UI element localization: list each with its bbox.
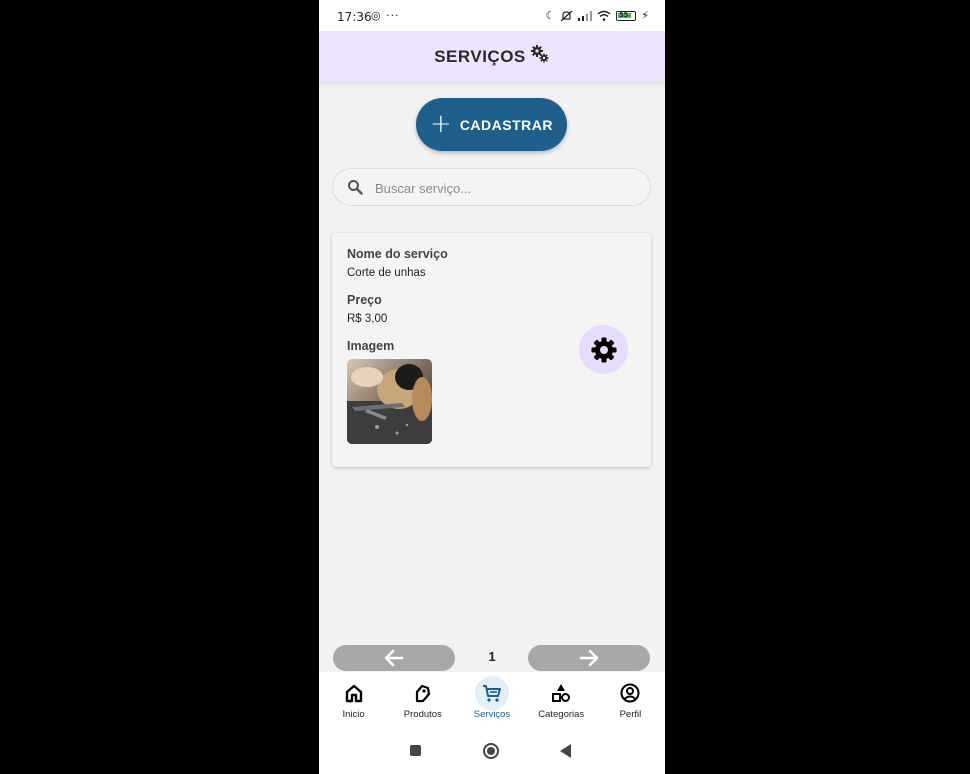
previous-page-button[interactable] [333,645,455,671]
nav-label: Perfil [619,709,642,720]
android-system-navigation [319,726,665,774]
nav-item-inicio[interactable]: Inicio [319,672,388,726]
nav-item-produtos[interactable]: Produtos [388,672,457,726]
search-box[interactable] [332,168,651,206]
charging-icon: ⚡ [641,9,649,22]
user-circle-icon [620,683,640,703]
app-header: SERVIÇOS [319,31,665,82]
shapes-icon [552,684,571,702]
status-bar: 17:36 ◎ ··· ☾ 55 ⚡ [319,0,665,31]
signal-icon [578,10,593,21]
nav-item-perfil[interactable]: Perfil [596,672,665,726]
service-card: Nome do serviço Corte de unhas Preço R$ … [332,233,651,467]
nav-label: Produtos [403,709,442,720]
tag-icon [415,684,430,703]
cart-icon [483,685,501,702]
whatsapp-icon: ◎ [371,9,382,22]
nav-item-servicos[interactable]: Serviços [457,672,526,726]
status-right-icons: ☾ 55 ⚡ [545,9,649,22]
more-icon: ··· [386,9,400,22]
gear-icon [591,337,616,362]
nav-item-categorias[interactable]: Categorias [527,672,596,726]
nav-label: Categorias [538,709,585,720]
bottom-navigation: Inicio Produtos Serviços Categorias Perf… [319,672,665,726]
search-input[interactable] [375,178,635,198]
status-left-icons: ◎ ··· [371,9,400,22]
service-price-value: R$ 3,00 [347,313,388,325]
home-icon [345,684,362,703]
search-icon [348,180,363,195]
arrow-right-icon [579,649,599,667]
arrow-left-icon [384,649,404,667]
nav-label: Serviços [473,709,511,720]
service-name-label: Nome do serviço [347,247,448,261]
service-name-value: Corte de unhas [347,267,426,279]
next-page-button[interactable] [528,645,650,671]
wifi-icon [597,10,611,21]
service-price-label: Preço [347,293,382,307]
phone-screen: 17:36 ◎ ··· ☾ 55 ⚡ SERVIÇOS + CADASTRAR … [319,0,665,774]
register-button[interactable]: + CADASTRAR [416,98,567,151]
home-button[interactable] [483,743,499,759]
status-time: 17:36 [337,10,372,24]
battery-icon: 55 [616,10,637,21]
page-title: SERVIÇOS [434,46,526,66]
service-image [347,359,432,444]
gears-icon [530,44,549,62]
back-button[interactable] [560,744,571,758]
plus-icon: + [430,108,452,139]
mute-icon [560,10,573,21]
service-settings-button[interactable] [579,325,628,374]
service-image-label: Imagem [347,339,395,353]
recents-button[interactable] [410,745,421,756]
register-button-label: CADASTRAR [459,116,553,133]
moon-icon: ☾ [545,9,556,22]
current-page-number: 1 [488,649,496,664]
nav-label: Inicio [342,709,365,720]
